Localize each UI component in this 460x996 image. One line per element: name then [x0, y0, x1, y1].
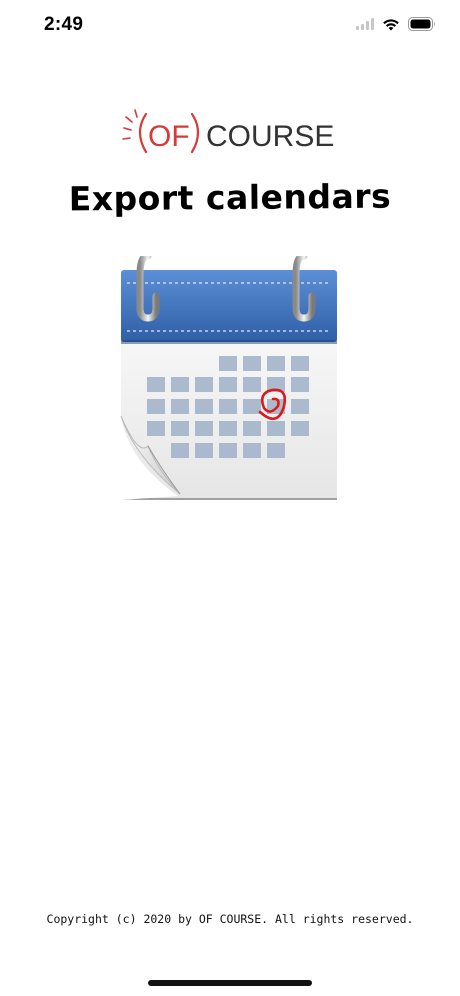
sun-rays-icon [122, 109, 138, 140]
status-time: 2:49 [44, 14, 84, 35]
copyright-text: Copyright (c) 2020 by OF COURSE. All rig… [46, 912, 414, 926]
wifi-icon [383, 18, 399, 30]
page-title: Export calendars [68, 176, 392, 219]
status-bar: 2:49 [0, 0, 460, 50]
status-icons [356, 16, 436, 32]
cellular-signal-icon [356, 18, 374, 30]
home-indicator[interactable] [148, 980, 312, 986]
logo-course-text: COURSE [206, 120, 334, 153]
calendar-icon [120, 256, 337, 500]
battery-icon [408, 17, 435, 31]
of-course-logo: OF COURSE [122, 109, 334, 154]
logo-of-text: OF [148, 120, 190, 153]
